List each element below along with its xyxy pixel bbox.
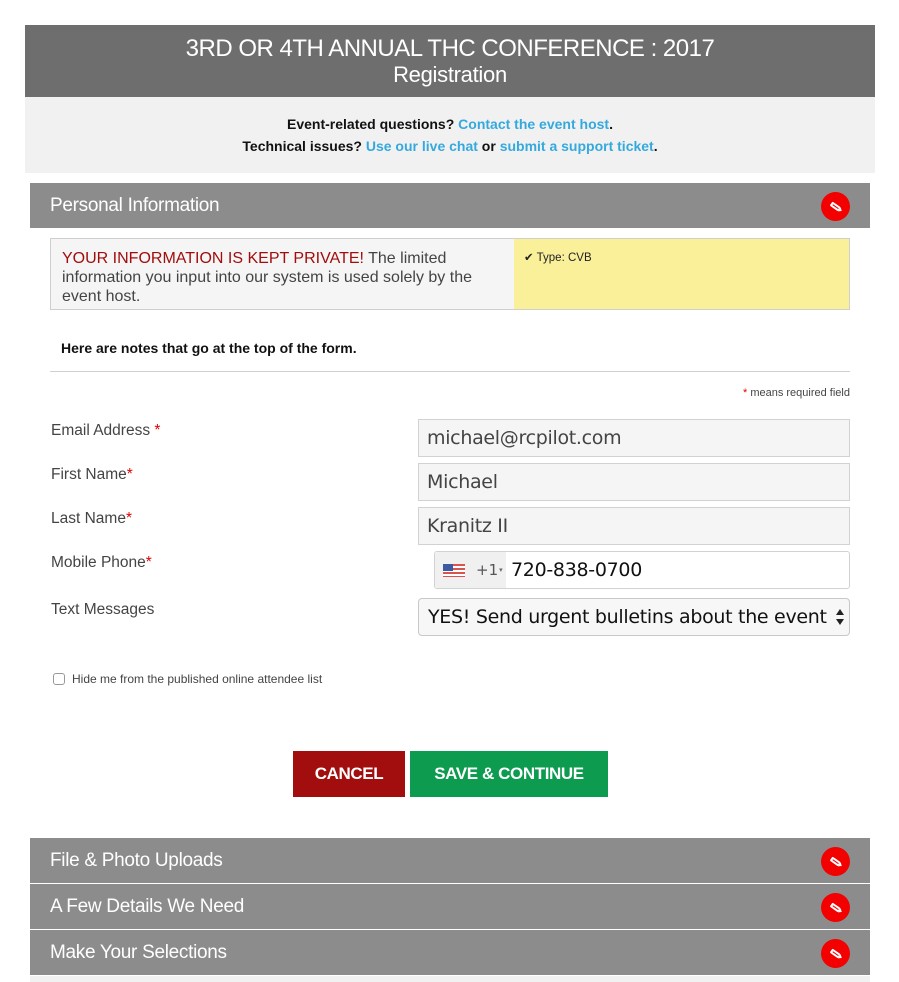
mobile-phone-label: Mobile Phone*	[51, 554, 152, 572]
last-name-label: Last Name*	[51, 510, 132, 528]
us-flag-icon	[443, 563, 465, 577]
required-star: *	[126, 466, 133, 483]
privacy-headline: YOUR INFORMATION IS KEPT PRIVATE!	[62, 250, 364, 267]
period: .	[609, 116, 613, 132]
section-title: Personal Information	[50, 195, 220, 216]
select-arrows-icon	[836, 609, 844, 625]
registration-type: Type: CVB	[536, 252, 592, 264]
section-title: Make Your Selections	[50, 942, 227, 963]
form-notes: Here are notes that go at the top of the…	[61, 340, 357, 356]
privacy-notice: YOUR INFORMATION IS KEPT PRIVATE! The li…	[50, 238, 850, 310]
hide-checkbox-label: Hide me from the published online attend…	[72, 672, 323, 686]
cancel-button[interactable]: CANCEL	[293, 751, 405, 797]
live-chat-link[interactable]: Use our live chat	[366, 138, 478, 154]
section-header-personal-information[interactable]: Personal Information	[30, 183, 870, 228]
section-title: A Few Details We Need	[50, 896, 244, 917]
event-questions-line: Event-related questions? Contact the eve…	[25, 113, 875, 135]
required-field-note: * means required field	[743, 387, 850, 399]
edit-details-button[interactable]	[821, 893, 850, 922]
pencil-icon	[829, 902, 842, 912]
text-messages-label: Text Messages	[51, 601, 155, 618]
help-box: Event-related questions? Contact the eve…	[25, 97, 875, 173]
pencil-icon	[829, 201, 842, 211]
required-star: *	[154, 422, 161, 439]
first-name-label-text: First Name	[51, 466, 127, 483]
caret-down-icon: ▾	[499, 567, 503, 574]
country-code-dropdown[interactable]: +1 ▾	[435, 552, 506, 588]
last-name-label-text: Last Name	[51, 510, 126, 527]
save-continue-button[interactable]: SAVE & CONTINUE	[410, 751, 608, 797]
hide-from-attendee-list[interactable]: Hide me from the published online attend…	[53, 672, 322, 686]
email-label: Email Address *	[51, 422, 160, 440]
section-footer	[30, 976, 870, 982]
mobile-phone-label-text: Mobile Phone	[51, 554, 146, 571]
phone-number-value[interactable]: 720-838-0700	[511, 559, 642, 581]
page-header: 3RD OR 4TH ANNUAL THC CONFERENCE : 2017 …	[25, 25, 875, 97]
required-star: *	[125, 510, 132, 527]
selected-option: YES! Send urgent bulletins about the eve…	[428, 606, 827, 628]
section-header-file-photo-uploads[interactable]: File & Photo Uploads	[30, 838, 870, 883]
pencil-icon	[829, 948, 842, 958]
event-questions-text: Event-related questions?	[287, 116, 459, 132]
first-name-field[interactable]: Michael	[418, 463, 850, 501]
divider	[50, 371, 850, 372]
pencil-icon	[829, 856, 842, 866]
edit-personal-information-button[interactable]	[821, 192, 850, 221]
mobile-phone-input[interactable]: +1 ▾ 720-838-0700	[434, 551, 850, 589]
or-text: or	[477, 138, 500, 154]
text-messages-select[interactable]: YES! Send urgent bulletins about the eve…	[418, 598, 850, 636]
technical-issues-line: Technical issues? Use our live chat or s…	[25, 135, 875, 157]
first-name-label: First Name*	[51, 466, 133, 484]
edit-selections-button[interactable]	[821, 939, 850, 968]
hide-checkbox[interactable]	[53, 673, 65, 685]
contact-host-link[interactable]: Contact the event host	[458, 116, 609, 132]
email-label-text: Email Address	[51, 422, 155, 439]
support-ticket-link[interactable]: submit a support ticket	[500, 138, 654, 154]
edit-file-uploads-button[interactable]	[821, 847, 850, 876]
period: .	[653, 138, 658, 154]
technical-issues-text: Technical issues?	[242, 138, 366, 154]
registration-type-panel: ✔ Type: CVB	[514, 239, 849, 309]
checkmark-icon: ✔	[524, 252, 534, 264]
section-header-few-details[interactable]: A Few Details We Need	[30, 884, 870, 929]
section-header-make-selections[interactable]: Make Your Selections	[30, 930, 870, 975]
dial-code: +1	[476, 561, 499, 579]
page-subtitle: Registration	[393, 62, 507, 87]
event-title: 3RD OR 4TH ANNUAL THC CONFERENCE : 2017	[185, 35, 715, 62]
section-title: File & Photo Uploads	[50, 850, 223, 871]
last-name-field[interactable]: Kranitz II	[418, 507, 850, 545]
privacy-text: YOUR INFORMATION IS KEPT PRIVATE! The li…	[51, 239, 514, 309]
required-note-text: means required field	[747, 387, 850, 399]
required-star: *	[145, 554, 152, 571]
email-field[interactable]: michael@rcpilot.com	[418, 419, 850, 457]
